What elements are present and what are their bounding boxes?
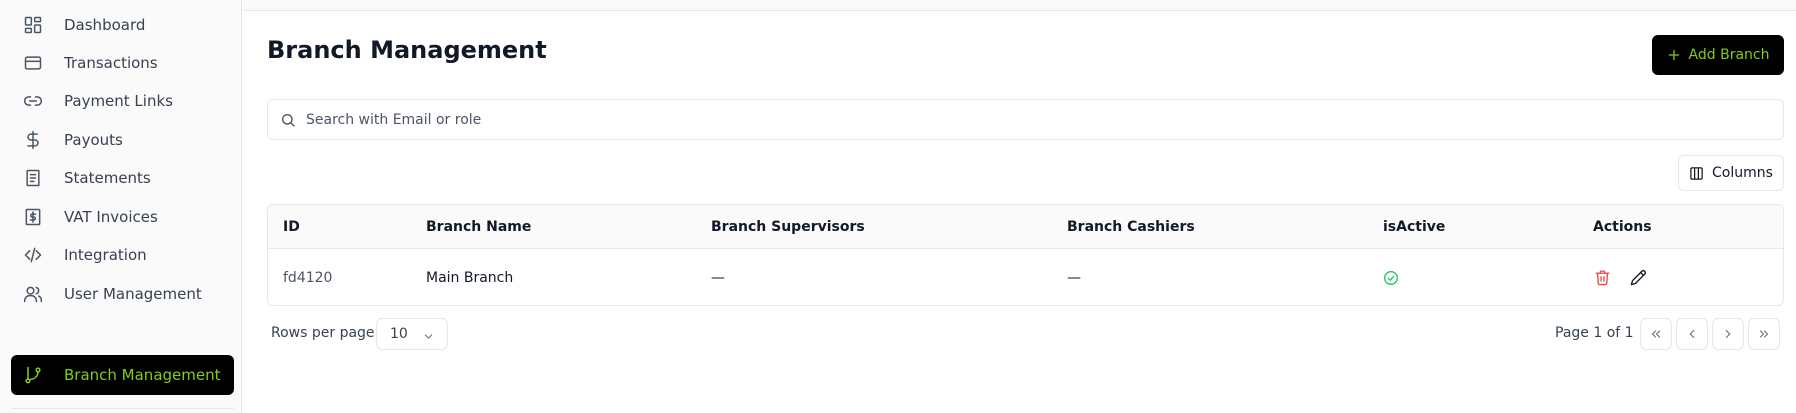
git-branch-icon <box>23 365 43 385</box>
sidebar-item-label: Branch Management <box>64 366 221 384</box>
cell-supervisors: — <box>711 270 725 286</box>
column-header-id[interactable]: ID <box>283 205 300 249</box>
search-icon <box>280 112 296 128</box>
previous-page-button[interactable] <box>1676 318 1708 350</box>
dashboard-icon <box>23 15 43 35</box>
add-branch-label: Add Branch <box>1688 47 1770 63</box>
sidebar-divider <box>11 408 234 409</box>
chevron-left-icon <box>1689 329 1695 339</box>
last-page-button[interactable] <box>1748 318 1780 350</box>
search-box <box>267 99 1784 140</box>
columns-label: Columns <box>1712 165 1773 181</box>
sidebar-item-dashboard[interactable]: Dashboard <box>11 5 234 45</box>
sidebar-item-vat-invoices[interactable]: VAT Invoices <box>11 197 234 237</box>
column-header-branch-name[interactable]: Branch Name <box>426 205 531 249</box>
sidebar-item-label: Statements <box>64 169 151 187</box>
sidebar-item-transactions[interactable]: Transactions <box>11 43 234 83</box>
next-page-button[interactable] <box>1712 318 1744 350</box>
code-icon <box>23 245 43 265</box>
page-info: Page 1 of 1 <box>1555 325 1634 341</box>
cell-id: fd4120 <box>283 270 333 286</box>
sidebar-item-label: Dashboard <box>64 16 146 34</box>
credit-card-icon <box>23 53 43 73</box>
users-icon <box>23 284 43 304</box>
sidebar-item-label: Payment Links <box>64 92 173 110</box>
receipt-icon <box>23 207 43 227</box>
check-circle-icon <box>1383 270 1399 286</box>
trash-icon[interactable] <box>1594 269 1611 286</box>
columns-icon <box>1689 166 1704 181</box>
plus-icon <box>1667 48 1681 62</box>
columns-button[interactable]: Columns <box>1678 155 1784 191</box>
chevrons-left-icon <box>1651 330 1661 338</box>
sidebar-item-label: Integration <box>64 246 147 264</box>
column-header-is-active[interactable]: isActive <box>1383 205 1445 249</box>
sidebar-item-payouts[interactable]: Payouts <box>11 120 234 160</box>
branches-table: ID Branch Name Branch Supervisors Branch… <box>267 204 1784 306</box>
rows-per-page-select[interactable]: 10 <box>376 318 448 350</box>
document-icon <box>23 168 43 188</box>
rows-per-page-label: Rows per page <box>271 325 375 341</box>
sidebar-item-label: Payouts <box>64 131 123 149</box>
dollar-icon <box>23 130 43 150</box>
search-input[interactable] <box>306 111 1706 128</box>
sidebar-item-integration[interactable]: Integration <box>11 235 234 275</box>
add-branch-button[interactable]: Add Branch <box>1652 35 1784 75</box>
sidebar-item-label: VAT Invoices <box>64 208 158 226</box>
cell-branch-name: Main Branch <box>426 270 514 286</box>
column-header-actions: Actions <box>1593 219 1652 235</box>
sidebar-item-payment-links[interactable]: Payment Links <box>11 81 234 121</box>
cell-cashiers: — <box>1067 270 1081 286</box>
table-row[interactable]: fd4120 Main Branch — — <box>268 250 1783 305</box>
sidebar-item-user-management[interactable]: User Management <box>11 274 234 314</box>
sidebar-item-statements[interactable]: Statements <box>11 158 234 198</box>
column-header-branch-cashiers[interactable]: Branch Cashiers <box>1067 205 1195 249</box>
page-title: Branch Management <box>267 36 547 64</box>
top-bar <box>243 0 1796 11</box>
chevron-right-icon <box>1725 329 1731 339</box>
sidebar-item-branch-management[interactable]: Branch Management <box>11 355 234 395</box>
chevron-down-icon <box>422 328 435 341</box>
link-icon <box>23 91 43 111</box>
sidebar-item-label: User Management <box>64 285 202 303</box>
rows-per-page-value: 10 <box>390 326 408 342</box>
sidebar-item-label: Transactions <box>64 54 158 72</box>
sidebar: Dashboard Transactions Payment Links Pay… <box>0 0 242 413</box>
pencil-icon[interactable] <box>1630 269 1647 286</box>
first-page-button[interactable] <box>1640 318 1672 350</box>
table-header: ID Branch Name Branch Supervisors Branch… <box>268 205 1783 249</box>
chevrons-right-icon <box>1759 330 1769 338</box>
column-header-branch-supervisors[interactable]: Branch Supervisors <box>711 205 865 249</box>
